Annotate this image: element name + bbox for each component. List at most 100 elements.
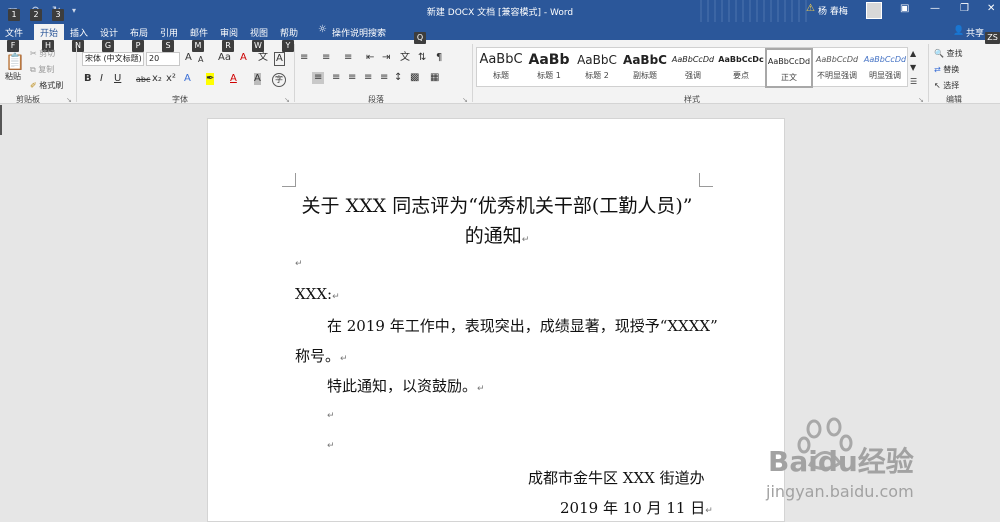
chinese-layout-icon[interactable]: 文 <box>400 52 410 64</box>
bold-button[interactable]: B <box>84 73 92 85</box>
style-preview: AaBb <box>528 52 570 68</box>
tab-review[interactable]: 审阅 <box>220 26 238 39</box>
style-subtle-emphasis[interactable]: AaBbCcDd 不明显强调 <box>813 48 861 88</box>
ribbon-display-options-icon[interactable]: ▣ <box>900 3 909 14</box>
sort-icon[interactable]: ⇅ <box>418 52 426 64</box>
bullets-icon[interactable]: ≡ <box>300 52 308 64</box>
paste-button[interactable]: 粘贴 <box>5 71 21 82</box>
line-spacing-icon[interactable]: ↕ <box>394 72 402 84</box>
font-name-select[interactable]: 宋体 (中文标题) <box>82 52 144 66</box>
tab-view[interactable]: 视图 <box>250 26 268 39</box>
doc-notice[interactable]: 特此通知，以资鼓励。↵ <box>327 375 485 396</box>
justify-icon[interactable]: ≡ <box>364 72 372 84</box>
increase-indent-icon[interactable]: ⇥ <box>382 52 390 64</box>
keytip-tell-me: Q <box>414 32 426 44</box>
grow-font-button[interactable]: A <box>185 52 192 64</box>
style-subtitle[interactable]: AaBbC 副标题 <box>621 48 669 88</box>
decrease-indent-icon[interactable]: ⇤ <box>366 52 374 64</box>
user-name[interactable]: 杨 春梅 <box>818 4 848 17</box>
style-intense-emphasis[interactable]: AaBbCcDd 明显强调 <box>861 48 909 88</box>
style-normal[interactable]: AaBbCcDd 正文 <box>765 48 813 88</box>
text-effects-icon[interactable]: A <box>184 73 191 85</box>
minimize-icon[interactable]: — <box>930 3 940 14</box>
style-title[interactable]: AaBbC 标题 <box>477 48 525 88</box>
close-icon[interactable]: ✕ <box>987 3 995 14</box>
keytip-design: G <box>102 40 114 52</box>
tab-references[interactable]: 引用 <box>160 26 178 39</box>
show-marks-icon[interactable]: ¶ <box>436 52 442 64</box>
document-page[interactable]: 关于 XXX 同志评为“优秀机关干部(工勤人员)” 的通知↵ ↵ XXX:↵ 在… <box>207 118 785 522</box>
font-size-select[interactable]: 20 <box>146 52 180 66</box>
group-paragraph-label: 段落 <box>368 95 384 104</box>
doc-salutation[interactable]: XXX:↵ <box>295 285 340 303</box>
clear-formatting-button[interactable]: A <box>240 52 247 64</box>
shrink-font-button[interactable]: A <box>198 54 203 66</box>
italic-button[interactable]: I <box>100 73 103 85</box>
tab-insert[interactable]: 插入 <box>70 26 88 39</box>
tab-home[interactable]: 开始 <box>34 24 65 40</box>
ribbon-tabs: 文件 开始 插入 设计 布局 引用 邮件 审阅 视图 帮助 ☼ 操作说明搜索 👤… <box>0 22 1000 40</box>
paragraph-mark: ↵ <box>521 235 530 245</box>
doc-date[interactable]: 2019 年 10 月 11 日↵ <box>560 497 713 518</box>
tab-file[interactable]: 文件 <box>5 26 23 39</box>
paste-icon[interactable]: 📋 <box>5 54 25 70</box>
numbering-icon[interactable]: ≡ <box>322 52 330 64</box>
highlight-color-icon[interactable]: ✒ <box>206 73 215 85</box>
distributed-icon[interactable]: ≡ <box>380 72 388 84</box>
styles-more-icon[interactable]: ☰ <box>910 76 917 88</box>
cut-button[interactable]: ✂ 剪切 <box>30 48 55 59</box>
char-border-icon[interactable]: A <box>274 52 285 66</box>
separator <box>76 44 77 102</box>
change-case-button[interactable]: Aa <box>218 52 231 64</box>
tab-layout[interactable]: 布局 <box>130 26 148 39</box>
avatar[interactable] <box>866 2 882 19</box>
align-center-icon[interactable]: ≡ <box>332 72 340 84</box>
style-label: 副标题 <box>633 71 657 80</box>
find-button[interactable]: 🔍 查找 <box>934 48 963 59</box>
keytip-insert: N <box>72 40 84 52</box>
tab-mailings[interactable]: 邮件 <box>190 26 208 39</box>
doc-body-line-1[interactable]: 在 2019 年工作中，表现突出，成绩显著，现授予“XXXX” <box>327 315 718 336</box>
enclose-char-icon[interactable]: 字 <box>272 73 286 87</box>
watermark-brand: Baidu经验 <box>768 445 914 478</box>
doc-title-line-2-text: 的通知 <box>464 225 522 247</box>
lightbulb-icon: ☼ <box>318 24 327 35</box>
restore-icon[interactable]: ❐ <box>960 3 969 14</box>
superscript-button[interactable]: x² <box>166 73 176 85</box>
doc-signature[interactable]: 成都市金牛区 XXX 街道办 <box>528 467 705 488</box>
align-right-icon[interactable]: ≡ <box>348 72 356 84</box>
underline-button[interactable]: U <box>114 73 121 85</box>
style-heading-1[interactable]: AaBb 标题 1 <box>525 48 573 88</box>
share-icon[interactable]: 👤 <box>953 26 964 36</box>
tell-me-search[interactable]: 操作说明搜索 <box>332 26 386 39</box>
phonetic-guide-icon[interactable]: 文 <box>258 52 268 64</box>
style-strong[interactable]: AaBbCcDc 要点 <box>717 48 765 88</box>
tab-help[interactable]: 帮助 <box>280 26 298 39</box>
borders-icon[interactable]: ▦ <box>430 72 439 84</box>
warning-icon[interactable]: ⚠ <box>806 3 815 14</box>
doc-body-line-2[interactable]: 称号。↵ <box>295 345 348 366</box>
replace-button[interactable]: ⇄ 替换 <box>934 64 959 75</box>
multilevel-list-icon[interactable]: ≡ <box>344 52 352 64</box>
style-label: 标题 1 <box>537 71 561 80</box>
style-heading-2[interactable]: AaBbC 标题 2 <box>573 48 621 88</box>
doc-body-line-2-text: 称号。 <box>295 347 341 365</box>
shading-icon[interactable]: ▩ <box>410 72 419 84</box>
char-shading-icon[interactable]: A <box>254 73 261 85</box>
ribbon-home: F H N G P S M R W Y Q ZS 📋 粘贴 ✂ 剪切 ⧉ 复制 … <box>0 32 1000 104</box>
styles-scroll-up-icon[interactable]: ▲ <box>910 48 916 60</box>
watermark-url: jingyan.baidu.com <box>766 482 914 501</box>
font-color-icon[interactable]: A <box>230 73 237 85</box>
doc-title-line-1[interactable]: 关于 XXX 同志评为“优秀机关干部(工勤人员)” <box>208 191 786 218</box>
strikethrough-button[interactable]: abc <box>136 74 150 86</box>
doc-title-line-2[interactable]: 的通知↵ <box>208 221 786 248</box>
styles-scroll-down-icon[interactable]: ▼ <box>910 62 916 74</box>
subscript-button[interactable]: x₂ <box>152 73 162 85</box>
style-emphasis[interactable]: AaBbCcDd 强调 <box>669 48 717 88</box>
copy-button[interactable]: ⧉ 复制 <box>30 64 54 75</box>
tab-design[interactable]: 设计 <box>100 26 118 39</box>
format-painter-button[interactable]: ✐ 格式刷 <box>30 80 63 91</box>
share-button[interactable]: 共享 <box>966 26 984 39</box>
select-button[interactable]: ↖ 选择 <box>934 80 959 91</box>
align-left-icon[interactable]: ≡ <box>312 72 325 84</box>
